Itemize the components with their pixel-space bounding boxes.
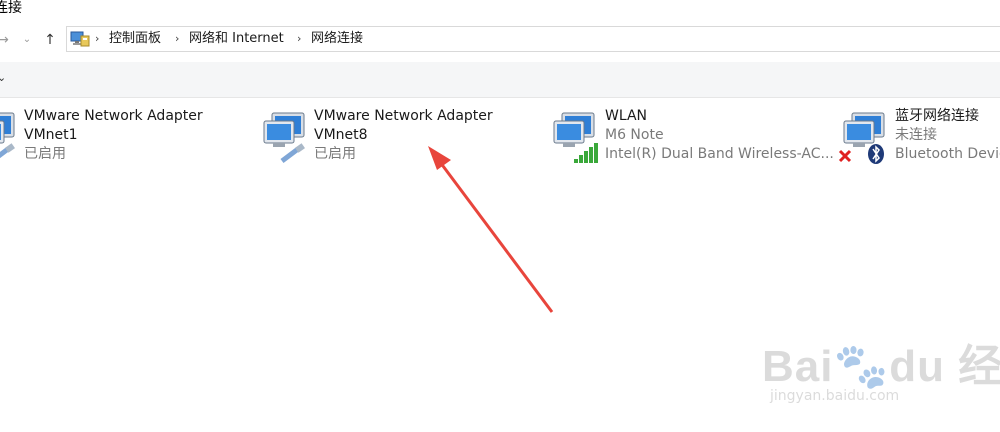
disconnected-x-icon	[838, 149, 852, 163]
up-button[interactable]: ↑	[40, 30, 60, 50]
chevron-down-icon[interactable]: ⌄	[0, 71, 6, 84]
ethernet-cable-icon	[280, 143, 305, 163]
window-title-bar: 连接	[0, 0, 1000, 22]
breadcrumb-network-internet[interactable]: 网络和 Internet	[189, 30, 284, 48]
baidu-watermark: Bai🐾du 经验 jingyan.baidu.com	[752, 322, 1000, 412]
adapter-status: 已启用	[314, 146, 356, 162]
breadcrumb-separator[interactable]: ›	[95, 31, 99, 47]
network-adapter-icon	[263, 112, 305, 163]
adapter-vmnet8[interactable]: VMware Network Adapter VMnet8 已启用	[258, 107, 518, 169]
adapter-network: M6 Note	[605, 127, 664, 143]
watermark-url: jingyan.baidu.com	[770, 388, 900, 404]
adapter-status: 未连接	[895, 127, 937, 143]
adapter-device: VMnet1	[24, 127, 78, 143]
adapter-device: Intel(R) Dual Band Wireless-AC...	[605, 146, 834, 162]
recent-locations-dropdown[interactable]: ⌄	[20, 30, 34, 50]
network-adapter-icon	[0, 112, 15, 159]
adapter-name: WLAN	[605, 108, 648, 124]
wifi-signal-icon	[574, 143, 598, 163]
breadcrumb-separator[interactable]: ›	[297, 31, 301, 47]
breadcrumb-control-panel[interactable]: 控制面板	[109, 30, 161, 48]
adapter-device: VMnet8	[314, 127, 368, 143]
network-adapter-icon	[838, 112, 885, 164]
adapter-vmnet1[interactable]: VMware Network Adapter VMnet1 已启用	[0, 107, 228, 169]
address-bar[interactable]: › 控制面板 › 网络和 Internet › 网络连接	[66, 26, 1000, 52]
adapter-device: Bluetooth Device	[895, 146, 1000, 162]
bluetooth-icon	[868, 144, 884, 164]
forward-button[interactable]: →	[0, 30, 10, 50]
breadcrumb-separator[interactable]: ›	[175, 31, 179, 47]
breadcrumb-network-connections[interactable]: 网络连接	[311, 30, 363, 48]
adapter-bluetooth[interactable]: 蓝牙网络连接 未连接 Bluetooth Device	[838, 107, 1000, 169]
network-adapter-icon	[553, 112, 598, 163]
command-toolbar: ⌄	[0, 62, 1000, 98]
control-panel-icon	[70, 31, 90, 47]
watermark-logo: Bai🐾du 经验	[762, 342, 1000, 391]
adapter-name: VMware Network Adapter	[314, 108, 493, 124]
adapter-name: 蓝牙网络连接	[895, 108, 979, 124]
window-title: 连接	[0, 0, 22, 16]
adapter-wlan[interactable]: WLAN M6 Note Intel(R) Dual Band Wireless…	[548, 107, 834, 169]
navigation-bar: → ⌄ ↑ › 控制面板 › 网络和 Internet › 网络连接	[0, 22, 1000, 58]
ethernet-cable-icon	[0, 143, 15, 159]
adapter-status: 已启用	[24, 146, 66, 162]
adapter-name: VMware Network Adapter	[24, 108, 203, 124]
